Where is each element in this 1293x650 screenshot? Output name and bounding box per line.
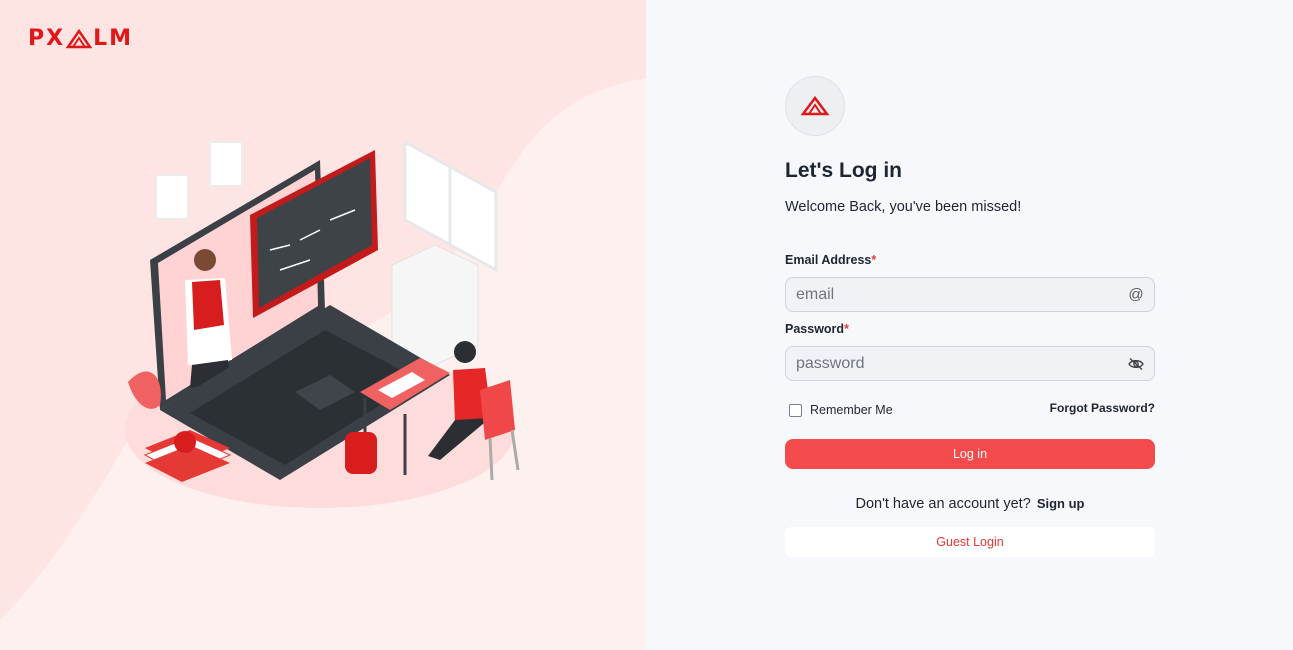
forgot-password-link[interactable]: Forgot Password? xyxy=(1050,401,1155,415)
required-marker: * xyxy=(844,322,849,336)
guest-login-button[interactable]: Guest Login xyxy=(785,527,1155,557)
at-icon: @ xyxy=(1128,286,1144,303)
required-marker: * xyxy=(871,253,877,267)
online-class-illustration xyxy=(125,139,520,508)
form-options: Remember Me Forgot Password? xyxy=(785,401,1155,419)
email-label: Email Address* xyxy=(785,253,1155,269)
password-label-text: Password xyxy=(785,322,845,336)
app-logo xyxy=(785,76,845,136)
remember-me[interactable]: Remember Me xyxy=(785,403,893,417)
login-button[interactable]: Log in xyxy=(785,439,1155,469)
mountain-logo-icon xyxy=(800,95,830,116)
mountain-logo-icon xyxy=(66,29,93,49)
password-label: Password* xyxy=(785,322,1155,338)
illustration-panel: PX LM xyxy=(0,0,646,650)
page-title: Let's Log in xyxy=(785,159,902,182)
password-field[interactable] xyxy=(785,346,1155,381)
brand-logo-left: PX xyxy=(28,26,66,51)
email-field[interactable]: @ xyxy=(785,277,1155,312)
signup-link[interactable]: Sign up xyxy=(1037,496,1085,511)
email-label-text: Email Address xyxy=(785,253,872,267)
page-subtitle: Welcome Back, you've been missed! xyxy=(785,199,1022,215)
signup-prompt: Don't have an account yet? Sign up xyxy=(785,496,1155,514)
password-input[interactable] xyxy=(796,354,1128,373)
eye-off-icon[interactable] xyxy=(1128,356,1144,372)
email-input[interactable] xyxy=(796,285,1128,304)
remember-me-checkbox[interactable] xyxy=(789,403,802,417)
brand-logo: PX LM xyxy=(28,28,133,50)
brand-logo-right: LM xyxy=(93,26,134,51)
login-form: Let's Log in Welcome Back, you've been m… xyxy=(785,76,1155,557)
remember-me-label: Remember Me xyxy=(810,403,893,417)
login-panel: Let's Log in Welcome Back, you've been m… xyxy=(646,0,1293,650)
signup-prompt-text: Don't have an account yet? xyxy=(855,496,1031,512)
